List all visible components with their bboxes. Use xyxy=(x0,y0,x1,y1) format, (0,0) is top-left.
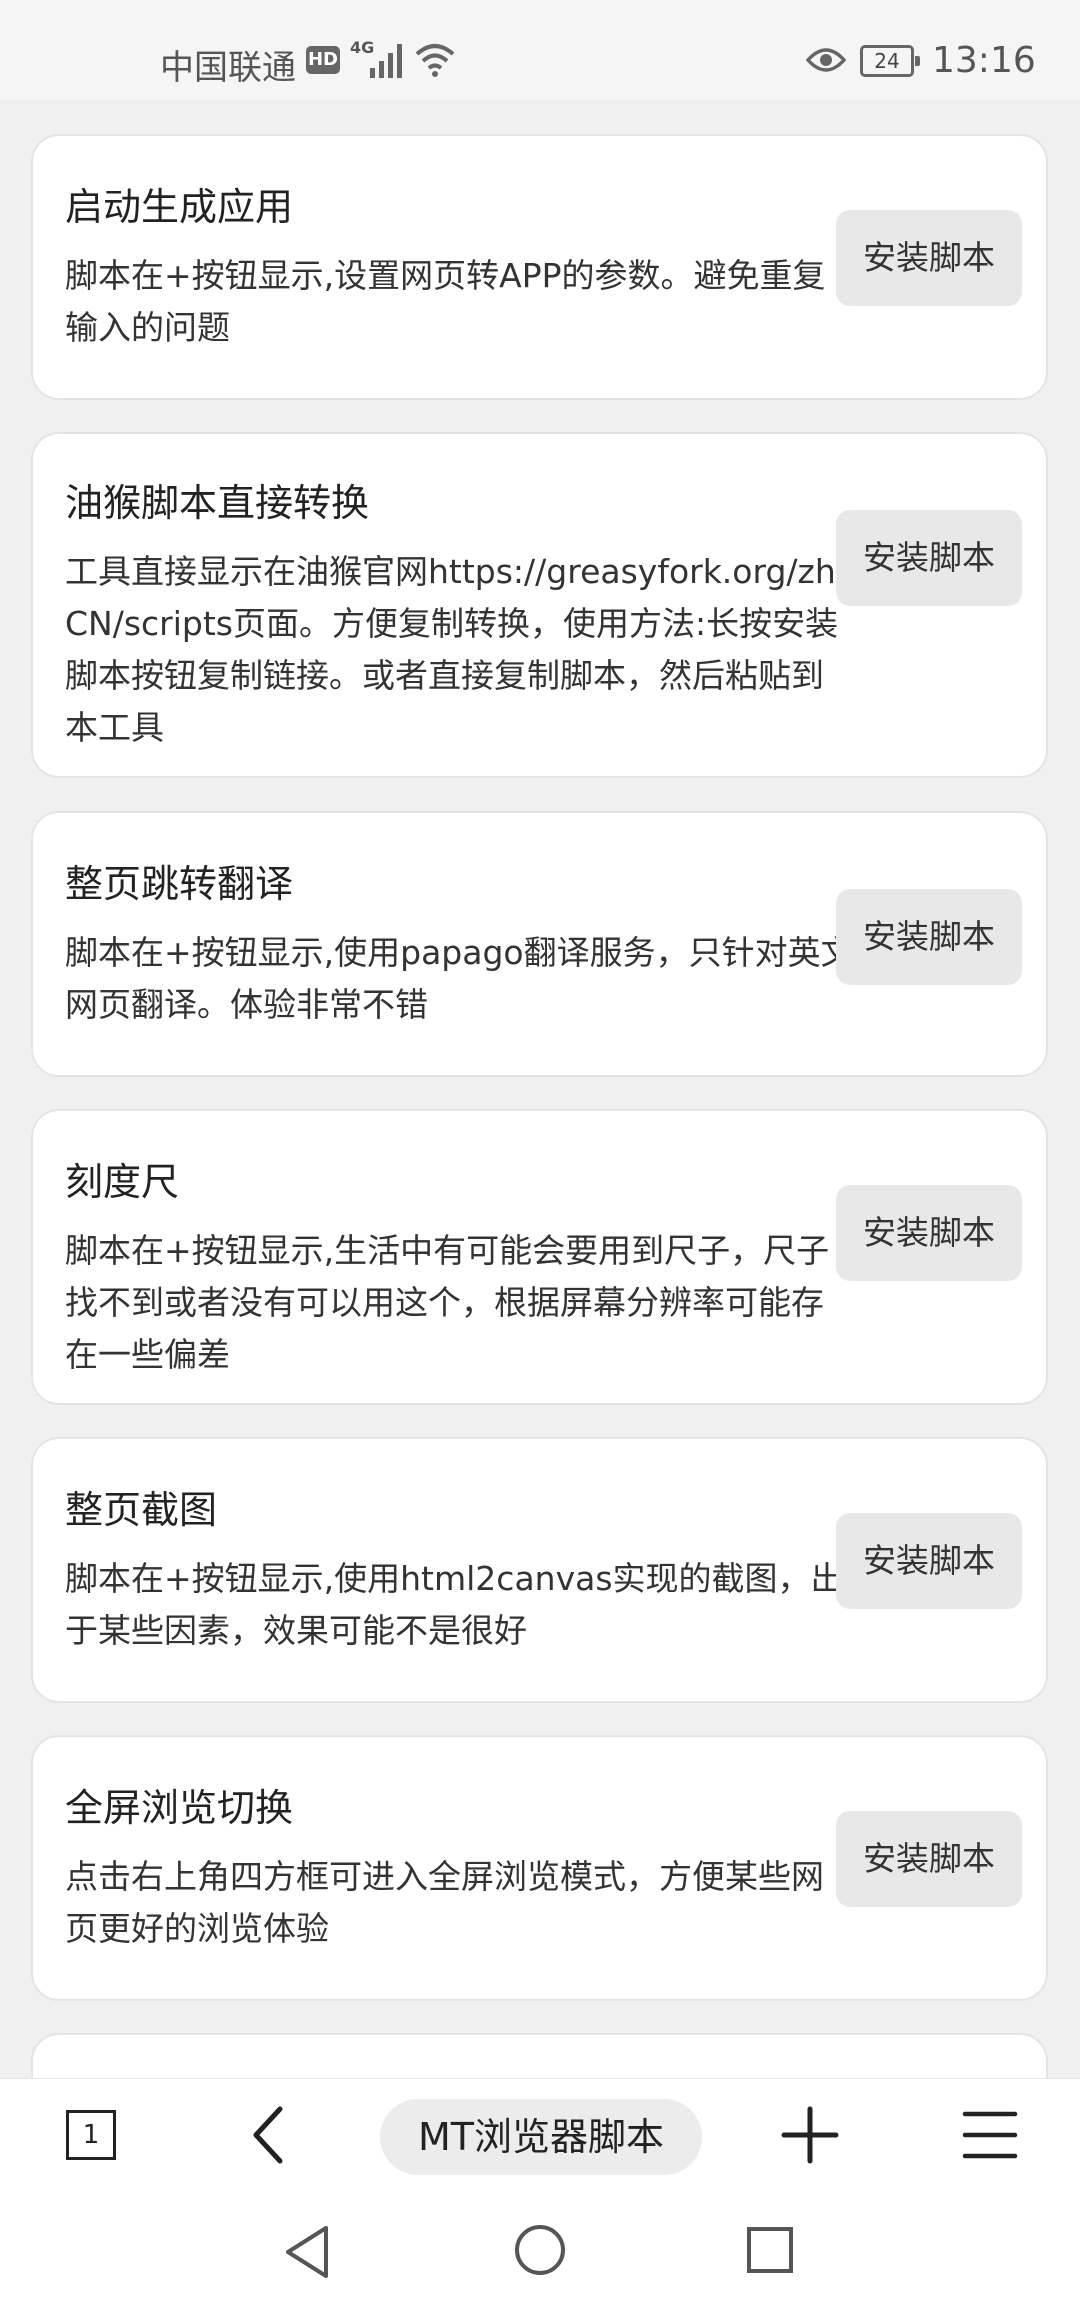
carrier-label: 中国联通 xyxy=(160,48,296,88)
battery-icon: 24 xyxy=(860,45,920,77)
script-description: 脚本在+按钮显示,使用html2canvas实现的截图，出于某些因素，效果可能不… xyxy=(65,1559,844,1650)
install-script-button[interactable]: 安装脚本 xyxy=(836,1811,1022,1907)
browser-toolbar: 1 MT浏览器脚本 xyxy=(0,2078,1080,2202)
script-card: 启动生成应用 脚本在+按钮显示,设置网页转APP的参数。避免重复输入的问题 安装… xyxy=(31,134,1048,400)
system-nav-bar xyxy=(0,2202,1080,2310)
script-card: 油猴脚本直接转换 工具直接显示在油猴官网https://greasyfork.o… xyxy=(31,432,1048,778)
script-description: 工具直接显示在油猴官网https://greasyfork.org/zh-CN/… xyxy=(65,552,848,747)
install-script-button[interactable]: 安装脚本 xyxy=(836,1185,1022,1281)
install-script-button[interactable]: 安装脚本 xyxy=(836,889,1022,985)
page-title[interactable]: MT浏览器脚本 xyxy=(380,2099,702,2175)
signal-icon xyxy=(370,44,402,78)
script-description: 点击右上角四方框可进入全屏浏览模式，方便某些网页更好的浏览体验 xyxy=(65,1857,824,1948)
script-description: 脚本在+按钮显示,使用papago翻译服务，只针对英文网页翻译。体验非常不错 xyxy=(65,933,854,1024)
install-script-button[interactable]: 安装脚本 xyxy=(836,510,1022,606)
script-card-partial xyxy=(31,2033,1048,2078)
script-title: 整页截图 xyxy=(65,1488,218,1532)
script-description: 脚本在+按钮显示,生活中有可能会要用到尺子，尺子找不到或者没有可以用这个，根据屏… xyxy=(65,1231,830,1374)
script-description: 脚本在+按钮显示,设置网页转APP的参数。避免重复输入的问题 xyxy=(65,256,826,347)
menu-icon[interactable] xyxy=(962,2109,1018,2161)
script-card: 整页跳转翻译 脚本在+按钮显示,使用papago翻译服务，只针对英文网页翻译。体… xyxy=(31,811,1048,1077)
nav-recent-icon[interactable] xyxy=(746,2226,794,2274)
install-script-button[interactable]: 安装脚本 xyxy=(836,210,1022,306)
script-list[interactable]: 启动生成应用 脚本在+按钮显示,设置网页转APP的参数。避免重复输入的问题 安装… xyxy=(0,100,1080,2078)
status-bar: 中国联通 HD 4G 24 13:16 xyxy=(0,0,1080,100)
nav-back-icon[interactable] xyxy=(282,2224,332,2280)
script-title: 启动生成应用 xyxy=(65,185,294,229)
script-title: 刻度尺 xyxy=(65,1160,180,1204)
eye-icon xyxy=(806,48,846,72)
back-icon[interactable] xyxy=(248,2103,288,2167)
script-title: 全屏浏览切换 xyxy=(65,1786,294,1830)
wifi-icon xyxy=(415,44,455,77)
plus-icon[interactable] xyxy=(780,2105,840,2165)
tab-count-button[interactable]: 1 xyxy=(66,2110,116,2160)
install-script-button[interactable]: 安装脚本 xyxy=(836,1513,1022,1609)
script-card: 刻度尺 脚本在+按钮显示,生活中有可能会要用到尺子，尺子找不到或者没有可以用这个… xyxy=(31,1109,1048,1405)
script-card: 整页截图 脚本在+按钮显示,使用html2canvas实现的截图，出于某些因素，… xyxy=(31,1437,1048,1703)
script-title: 油猴脚本直接转换 xyxy=(65,481,370,525)
nav-home-icon[interactable] xyxy=(514,2224,566,2276)
script-card: 全屏浏览切换 点击右上角四方框可进入全屏浏览模式，方便某些网页更好的浏览体验 安… xyxy=(31,1735,1048,2001)
hd-badge: HD xyxy=(306,46,340,74)
clock: 13:16 xyxy=(932,40,1036,81)
script-title: 整页跳转翻译 xyxy=(65,862,294,906)
